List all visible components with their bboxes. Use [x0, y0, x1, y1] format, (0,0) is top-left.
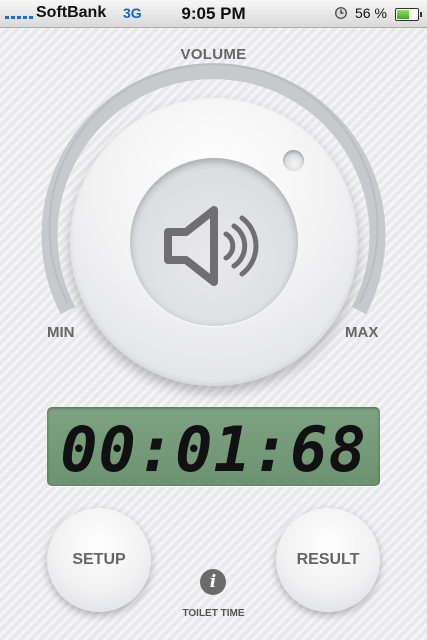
- sound-button[interactable]: [130, 158, 298, 326]
- app-name-label: TOILET TIME: [182, 608, 245, 619]
- min-label: MIN: [47, 324, 75, 341]
- volume-knob[interactable]: [70, 98, 358, 386]
- speaker-icon: [164, 206, 259, 286]
- timer-display: 00:01:68: [47, 407, 380, 486]
- battery-percent: 56 %: [355, 5, 387, 21]
- info-icon[interactable]: i: [200, 569, 226, 595]
- battery-icon: [395, 8, 422, 21]
- result-button[interactable]: RESULT: [276, 508, 380, 612]
- timer-value: 00:01:68: [60, 413, 367, 486]
- volume-title: VOLUME: [180, 46, 247, 63]
- setup-button[interactable]: SETUP: [47, 508, 151, 612]
- knob-indicator-dot: [283, 150, 304, 171]
- clock-icon: [335, 7, 347, 19]
- status-bar: SoftBank 3G 9:05 PM 56 %: [0, 0, 427, 28]
- max-label: MAX: [345, 324, 379, 341]
